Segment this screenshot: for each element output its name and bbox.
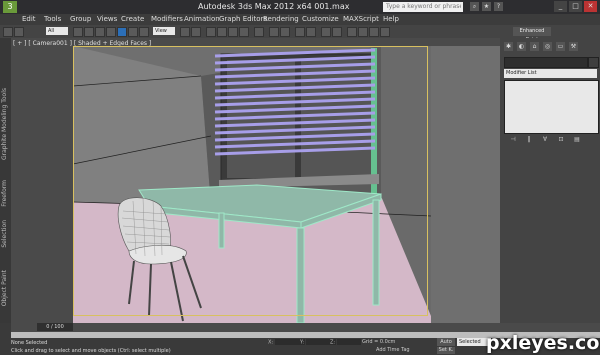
- menu-graph-editors[interactable]: Graph Editors: [219, 15, 267, 23]
- star-icon[interactable]: ★: [482, 2, 491, 11]
- y-label: Y:: [300, 339, 305, 346]
- minimize-button[interactable]: _: [554, 1, 567, 12]
- modifier-list-dropdown[interactable]: Modifier List: [504, 69, 597, 78]
- select-move-icon[interactable]: [117, 27, 127, 37]
- object-name-field[interactable]: [504, 57, 588, 68]
- angle-snap-icon[interactable]: [217, 27, 227, 37]
- time-slider[interactable]: [11, 323, 600, 332]
- menu-create[interactable]: Create: [121, 15, 144, 23]
- prompt-line: Click and drag to select and move object…: [11, 348, 171, 354]
- maximize-button[interactable]: □: [569, 1, 582, 12]
- menu-help[interactable]: Help: [383, 15, 399, 23]
- create-tab-icon[interactable]: ✱: [504, 42, 513, 51]
- main-toolbar: All View: [0, 25, 600, 39]
- select-scale-icon[interactable]: [139, 27, 149, 37]
- stack-buttons: ⊣ ‖ ∀ ⊡ ▤: [508, 136, 582, 144]
- set-key-button[interactable]: Set K.: [437, 347, 455, 354]
- z-coord: Z:: [330, 339, 362, 346]
- render-setup-icon[interactable]: [358, 27, 368, 37]
- frame-counter[interactable]: 0 / 100: [37, 323, 73, 331]
- viewport-scene[interactable]: [11, 46, 500, 323]
- show-end-result-icon[interactable]: ‖: [524, 136, 534, 144]
- modify-tab-icon[interactable]: ◐: [517, 42, 526, 51]
- search-input[interactable]: [383, 2, 463, 12]
- tab-graphite-modeling[interactable]: Graphite Modeling Tools: [1, 88, 8, 160]
- tab-selection[interactable]: Selection: [1, 220, 8, 248]
- menu-animation[interactable]: Animation: [184, 15, 220, 23]
- object-color-swatch[interactable]: [588, 57, 599, 68]
- viewport-label[interactable]: [ + ] [ Camera001 ] [ Shaded + Edged Fac…: [13, 40, 151, 47]
- tab-object-paint[interactable]: Object Paint: [1, 270, 8, 306]
- close-button[interactable]: ✕: [584, 1, 597, 12]
- add-time-tag[interactable]: Add Time Tag: [376, 347, 410, 353]
- menu-edit[interactable]: Edit: [22, 15, 36, 23]
- menu-maxscript[interactable]: MAXScript: [343, 15, 379, 23]
- curve-editor-icon[interactable]: [321, 27, 331, 37]
- menu-customize[interactable]: Customize: [302, 15, 339, 23]
- selection-status: None Selected: [11, 340, 48, 346]
- menu-modifiers[interactable]: Modifiers: [151, 15, 183, 23]
- select-object-icon[interactable]: [73, 27, 83, 37]
- snap-toggle-icon[interactable]: [206, 27, 216, 37]
- schematic-view-icon[interactable]: [332, 27, 342, 37]
- tab-freeform[interactable]: Freeform: [1, 180, 8, 207]
- material-editor-icon[interactable]: [347, 27, 357, 37]
- align-icon[interactable]: [280, 27, 290, 37]
- render-production-icon[interactable]: [380, 27, 390, 37]
- infocenter-icons: ⌕ ★ ?: [470, 2, 503, 11]
- layer-manager-icon[interactable]: [295, 27, 305, 37]
- x-label: X:: [268, 339, 274, 346]
- named-selection-icon[interactable]: [254, 27, 264, 37]
- menu-tools[interactable]: Tools: [44, 15, 61, 23]
- binoculars-icon[interactable]: ⌕: [470, 2, 479, 11]
- auto-key-button[interactable]: Auto: [437, 338, 455, 346]
- redo-icon[interactable]: [14, 27, 24, 37]
- menu-bar: Edit Tools Group Views Create Modifiers …: [0, 14, 600, 25]
- modifier-stack[interactable]: [504, 80, 599, 134]
- z-field[interactable]: [337, 339, 362, 345]
- watermark: pxleyes.com: [486, 332, 600, 354]
- window-crossing-icon[interactable]: [106, 27, 116, 37]
- display-tab-icon[interactable]: ▭: [556, 42, 565, 51]
- menu-group[interactable]: Group: [70, 15, 91, 23]
- pivot-center-icon[interactable]: [180, 27, 190, 37]
- reference-coord-dropdown[interactable]: View: [153, 27, 175, 35]
- enhanced-paint-button[interactable]: Enhanced Paint: [513, 27, 551, 43]
- app-logo[interactable]: 3: [3, 1, 17, 13]
- help-icon[interactable]: ?: [494, 2, 503, 11]
- pin-stack-icon[interactable]: ⊣: [508, 136, 518, 144]
- selection-filter-dropdown[interactable]: All: [46, 27, 68, 35]
- undo-icon[interactable]: [3, 27, 13, 37]
- menu-views[interactable]: Views: [97, 15, 117, 23]
- select-by-name-icon[interactable]: [84, 27, 94, 37]
- select-rotate-icon[interactable]: [128, 27, 138, 37]
- rendered-frame-icon[interactable]: [369, 27, 379, 37]
- remove-modifier-icon[interactable]: ⊡: [556, 136, 566, 144]
- select-manipulate-icon[interactable]: [191, 27, 201, 37]
- menu-rendering[interactable]: Rendering: [263, 15, 299, 23]
- hierarchy-tab-icon[interactable]: ⌂: [530, 42, 539, 51]
- window-controls: _ □ ✕: [554, 1, 597, 12]
- mirror-icon[interactable]: [269, 27, 279, 37]
- z-label: Z:: [330, 339, 336, 346]
- rect-selection-icon[interactable]: [95, 27, 105, 37]
- title-bar: 3 Autodesk 3ds Max 2012 x64 001.max ⌕ ★ …: [0, 0, 600, 14]
- window-title: Autodesk 3ds Max 2012 x64 001.max: [198, 2, 350, 11]
- utilities-tab-icon[interactable]: ⚒: [569, 42, 578, 51]
- configure-sets-icon[interactable]: ▤: [572, 136, 582, 144]
- motion-tab-icon[interactable]: ◎: [543, 42, 552, 51]
- graphite-toggle-icon[interactable]: [306, 27, 316, 37]
- grid-size: Grid = 0.0cm: [362, 339, 396, 345]
- percent-snap-icon[interactable]: [228, 27, 238, 37]
- spinner-snap-icon[interactable]: [239, 27, 249, 37]
- make-unique-icon[interactable]: ∀: [540, 136, 550, 144]
